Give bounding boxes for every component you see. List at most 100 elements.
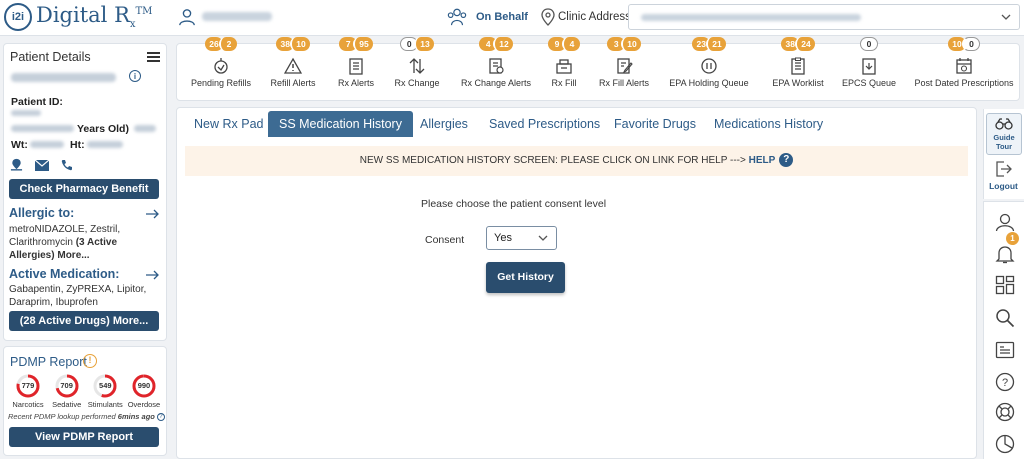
alert-count-badge: 13: [414, 37, 434, 51]
pie-chart-icon[interactable]: [995, 434, 1015, 454]
guide-label: Guide: [993, 133, 1015, 142]
gauge-name: Overdose: [127, 400, 161, 409]
gauge-ring: 549: [93, 374, 117, 398]
chevron-down-icon: [1001, 14, 1011, 20]
help-banner-text: NEW SS MEDICATION HISTORY SCREEN: PLEASE…: [359, 155, 749, 166]
check-pharmacy-benefit-button[interactable]: Check Pharmacy Benefit: [9, 179, 159, 199]
weight-label: Wt:: [11, 139, 28, 151]
clock-refresh-icon: [214, 58, 228, 74]
phone-icon[interactable]: [61, 159, 73, 171]
alert-label: Post Dated Prescriptions: [914, 78, 1014, 88]
arrow-right-icon[interactable]: [146, 270, 159, 280]
allergies-more-link[interactable]: More...: [57, 250, 89, 261]
tab-medications-history[interactable]: Medications History: [714, 117, 823, 131]
active-medication-title[interactable]: Active Medication:: [9, 267, 119, 281]
pause-circle-icon: [701, 58, 717, 74]
pdmp-gauge-stimulants[interactable]: 549 Stimulants: [87, 374, 123, 409]
app-logo[interactable]: i2i Digital RxTM: [4, 3, 152, 31]
help-icon[interactable]: ?: [156, 413, 165, 422]
pdmp-gauge-sedative[interactable]: 709 Sedative: [49, 374, 85, 409]
alert-count-badge: 0: [860, 37, 878, 51]
height-label: Ht:: [70, 139, 85, 151]
clinic-address-select[interactable]: [628, 4, 1020, 30]
patient-dob-redacted: [11, 125, 74, 132]
id-card-icon[interactable]: [995, 340, 1015, 360]
patient-details-title: Patient Details: [10, 50, 91, 64]
clipboard-list-icon: [791, 57, 805, 75]
consent-label: Consent: [425, 234, 465, 246]
alert-post-dated-prescriptions[interactable]: 10 0 Post Dated Prescriptions: [904, 37, 1024, 88]
location-pin-icon: [541, 8, 555, 26]
patient-name-redacted[interactable]: [11, 73, 116, 82]
gauge-value: 549: [99, 381, 112, 390]
guide-tour-button[interactable]: Guide Tour: [986, 113, 1022, 155]
dashboard-grid-icon[interactable]: [995, 275, 1015, 295]
support-lifebuoy-icon[interactable]: [995, 402, 1015, 422]
calendar-icon: [956, 58, 972, 74]
active-medications-list: Gabapentin, ZyPREXA, Lipitor, Daraprim, …: [9, 284, 147, 308]
logo-text: Digital RxTM: [36, 3, 153, 31]
gauge-value: 779: [21, 381, 35, 390]
svg-text:?: ?: [1002, 377, 1008, 389]
pdmp-gauge-overdose[interactable]: 990 Overdose: [126, 374, 162, 409]
gauge-ring: 709: [55, 374, 79, 398]
tab-saved-prescriptions[interactable]: Saved Prescriptions: [489, 117, 600, 131]
help-circle-icon[interactable]: ?: [995, 372, 1015, 392]
logout-icon: [995, 161, 1012, 177]
user-name-redacted[interactable]: [202, 12, 272, 21]
pdmp-report-title: PDMP Report: [10, 355, 87, 369]
help-link[interactable]: HELP: [749, 155, 776, 166]
arrow-right-icon[interactable]: [146, 209, 159, 219]
bell-icon[interactable]: [995, 244, 1015, 264]
active-drugs-more-button[interactable]: (28 Active Drugs) More...: [9, 311, 159, 331]
on-behalf-link[interactable]: On Behalf: [476, 11, 528, 23]
help-banner: NEW SS MEDICATION HISTORY SCREEN: PLEASE…: [185, 146, 968, 176]
help-icon[interactable]: ?: [779, 153, 794, 168]
patient-sex-redacted: [134, 125, 156, 132]
search-icon[interactable]: [995, 308, 1015, 328]
tab-new-rx-pad[interactable]: New Rx Pad: [194, 117, 263, 131]
menu-icon[interactable]: [147, 52, 160, 62]
main-panel: New Rx Pad SS Medication History Allergies…: [176, 107, 977, 459]
chevron-down-icon: [538, 235, 548, 241]
gauge-value: 709: [60, 381, 73, 390]
weight-redacted: [30, 141, 64, 148]
tab-ss-medication-history[interactable]: SS Medication History: [268, 111, 413, 137]
alert-count-badge: 21: [706, 37, 726, 51]
gauge-name: Sedative: [52, 400, 82, 409]
gauge-ring: 990: [132, 374, 156, 398]
logout-button[interactable]: Logout: [983, 160, 1024, 191]
view-pdmp-report-button[interactable]: View PDMP Report: [9, 427, 159, 447]
notifications-count-badge[interactable]: 1: [1006, 232, 1019, 245]
height-redacted: [87, 141, 123, 148]
clinic-address-redacted: [641, 14, 861, 21]
pdmp-gauges: 779 Narcotics 709 Sedative 549 Stimulants 990 O…: [10, 374, 162, 409]
pdmp-gauge-narcotics[interactable]: 779 Narcotics: [10, 374, 46, 409]
allergic-to-title[interactable]: Allergic to:: [9, 206, 74, 220]
clinic-address-label: Clinic Address: [558, 11, 631, 23]
consent-value: Yes: [494, 232, 512, 244]
document-edit-icon: [617, 58, 633, 74]
consent-prompt: Please choose the patient consent level: [421, 198, 607, 210]
info-icon[interactable]: i: [129, 70, 141, 82]
gauge-name: Stimulants: [87, 400, 123, 409]
tab-favorite-drugs[interactable]: Favorite Drugs: [614, 117, 696, 131]
address-pin-icon[interactable]: [10, 158, 23, 171]
tab-allergies[interactable]: Allergies: [420, 117, 468, 131]
group-users-icon[interactable]: [446, 7, 468, 27]
patient-age: Years Old): [77, 123, 129, 135]
pdmp-lookup-note: Recent PDMP lookup performed 6mins ago ?: [8, 412, 165, 422]
warning-icon[interactable]: !: [83, 354, 97, 368]
patient-id-label: Patient ID:: [11, 96, 63, 108]
email-icon[interactable]: [35, 160, 49, 171]
binoculars-icon: [995, 118, 1013, 130]
logout-label: Logout: [989, 181, 1018, 191]
user-profile-icon[interactable]: [995, 212, 1015, 232]
doctor-icon[interactable]: [178, 8, 196, 26]
swap-arrows-icon: [409, 58, 425, 74]
consent-select[interactable]: Yes: [486, 226, 557, 250]
document-search-icon: [489, 58, 504, 74]
gauge-ring: 779: [16, 374, 40, 398]
patient-id-redacted: [11, 110, 41, 116]
get-history-button[interactable]: Get History: [486, 262, 565, 293]
